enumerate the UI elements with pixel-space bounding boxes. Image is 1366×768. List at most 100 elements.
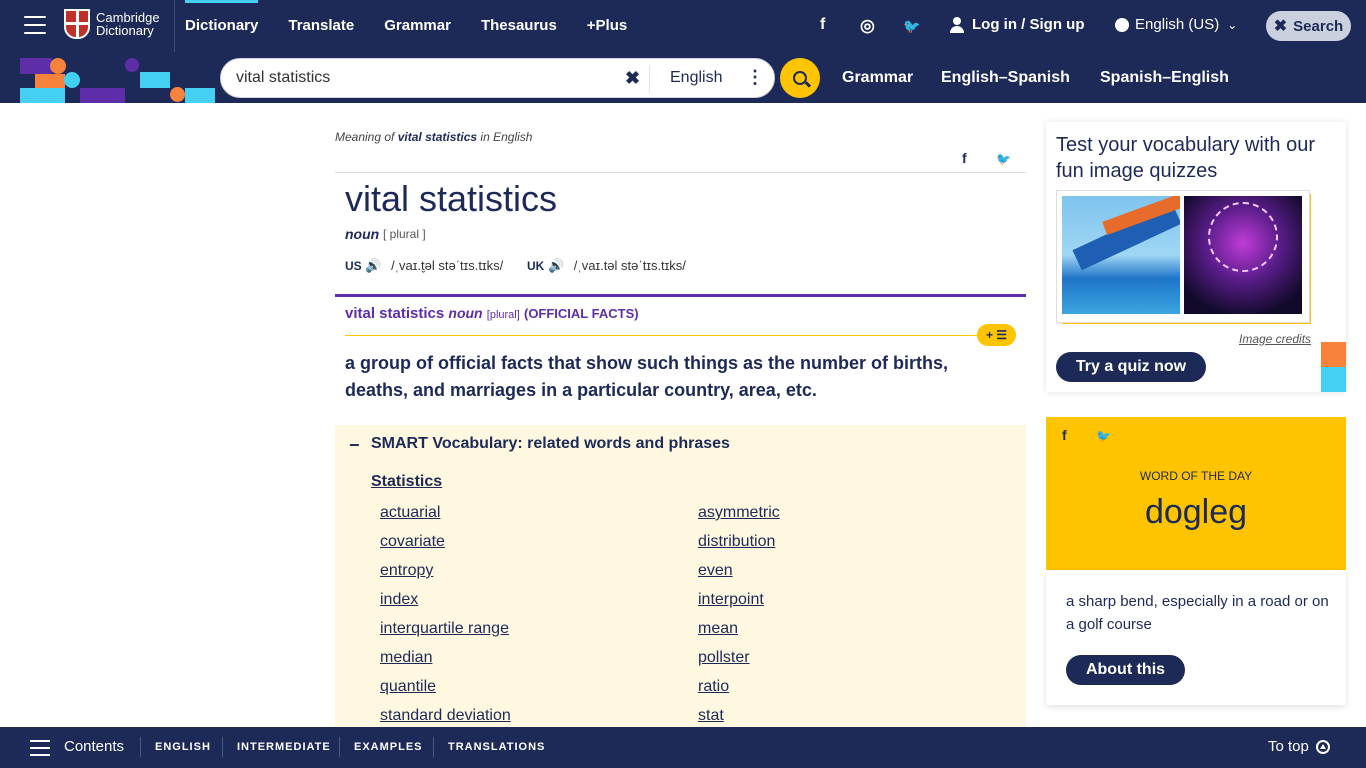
top-navigation-bar: Cambridge Dictionary Dictionary Translat… — [0, 0, 1366, 52]
search-submit-button[interactable] — [780, 58, 820, 98]
decor-block — [80, 88, 125, 103]
grammar-label: [ plural ] — [383, 227, 426, 241]
login-link[interactable]: Log in / Sign up — [950, 16, 1084, 33]
related-word[interactable]: median — [380, 649, 432, 667]
related-word[interactable]: stat — [698, 707, 724, 725]
nav-divider — [174, 0, 175, 52]
chevron-down-icon: ⌄ — [1227, 17, 1238, 32]
logo-text: Cambridge Dictionary — [96, 11, 160, 37]
decor-block — [1321, 367, 1346, 392]
wotd-word[interactable]: dogleg — [1046, 493, 1346, 532]
search-label: Search — [1293, 17, 1344, 35]
subnav-spanish-english[interactable]: Spanish–English — [1100, 69, 1229, 87]
instagram-icon[interactable]: ◎ — [860, 16, 875, 36]
sense-pos: noun — [448, 305, 483, 321]
related-word[interactable]: ratio — [698, 678, 729, 696]
sense-header: vital statistics noun [plural] (OFFICIAL… — [345, 305, 639, 322]
divider — [339, 737, 340, 757]
image-credits-link[interactable]: Image credits — [1239, 332, 1311, 346]
decor-block — [20, 88, 65, 103]
nav-thesaurus[interactable]: Thesaurus — [481, 0, 557, 52]
facebook-icon[interactable]: f — [820, 16, 825, 34]
share-facebook-icon[interactable]: f — [962, 150, 967, 166]
waterslide-image[interactable] — [1062, 196, 1180, 314]
divider — [222, 737, 223, 757]
add-to-word-list-button[interactable]: + ☰ — [977, 324, 1016, 346]
to-top-link[interactable]: To top — [1268, 738, 1330, 755]
wotd-twitter-icon[interactable]: 🐦 — [1096, 429, 1111, 443]
related-word[interactable]: distribution — [698, 533, 775, 551]
language-selector[interactable]: English (US) ⌄ — [1115, 16, 1237, 33]
nav-grammar[interactable]: Grammar — [384, 0, 451, 52]
part-of-speech: noun — [345, 226, 380, 242]
related-word[interactable]: asymmetric — [698, 504, 780, 522]
related-word[interactable]: pollster — [698, 649, 750, 667]
related-word[interactable]: interquartile range — [380, 620, 509, 638]
related-word[interactable]: index — [380, 591, 418, 609]
try-quiz-button[interactable]: Try a quiz now — [1056, 352, 1206, 382]
clear-search-icon[interactable]: ✖ — [625, 68, 640, 89]
subnav-english-spanish[interactable]: English–Spanish — [941, 69, 1070, 87]
uk-ipa: /ˌvaɪ.təl stəˈtɪs.tɪks/ — [573, 258, 686, 273]
share-twitter-icon[interactable]: 🐦 — [996, 152, 1011, 166]
related-word[interactable]: even — [698, 562, 733, 580]
speaker-icon[interactable]: 🔊 — [365, 258, 381, 273]
related-word[interactable]: mean — [698, 620, 738, 638]
related-word[interactable]: standard deviation — [380, 707, 511, 725]
meaning-word: vital statistics — [397, 130, 478, 144]
bottom-bar: Contents ENGLISH INTERMEDIATE EXAMPLES T… — [0, 727, 1366, 768]
meaning-prefix: Meaning of — [335, 130, 398, 144]
quiz-title: Test your vocabulary with our fun image … — [1056, 134, 1316, 182]
decor-block — [185, 88, 215, 103]
tab-translations[interactable]: TRANSLATIONS — [448, 741, 545, 753]
nav-translate[interactable]: Translate — [288, 0, 354, 52]
cambridge-shield-icon — [64, 9, 90, 39]
more-options-icon[interactable]: ⋮ — [746, 67, 764, 88]
speaker-icon[interactable]: 🔊 — [548, 258, 564, 273]
subnav-grammar[interactable]: Grammar — [842, 69, 913, 87]
header-search-button[interactable]: ✖ Search — [1266, 11, 1351, 41]
dictionary-selector[interactable]: English — [670, 69, 722, 87]
category-link[interactable]: Statistics — [371, 473, 442, 491]
us-ipa: /ˌvaɪ.t̬əl stəˈtɪs.tɪks/ — [391, 258, 504, 273]
to-top-label: To top — [1268, 738, 1309, 755]
wotd-facebook-icon[interactable]: f — [1062, 427, 1067, 443]
decor-block — [35, 74, 65, 88]
meaning-breadcrumb: Meaning of vital statistics in English — [335, 130, 532, 144]
contents-link[interactable]: Contents — [64, 738, 124, 755]
divider — [140, 737, 141, 757]
search-box: vital statistics ✖ English ⋮ — [220, 58, 775, 98]
word-of-the-day-panel: f 🐦 WORD OF THE DAY dogleg — [1046, 417, 1346, 570]
headword: vital statistics — [345, 178, 558, 219]
related-word[interactable]: entropy — [380, 562, 433, 580]
collapse-icon[interactable]: − — [349, 435, 360, 456]
search-icon — [793, 71, 807, 85]
cambridge-logo[interactable]: Cambridge Dictionary — [64, 9, 160, 39]
nav-plus[interactable]: +Plus — [587, 0, 627, 52]
related-word[interactable]: actuarial — [380, 504, 440, 522]
tab-examples[interactable]: EXAMPLES — [354, 741, 423, 753]
related-word[interactable]: quantile — [380, 678, 436, 696]
globe-icon — [1115, 17, 1129, 32]
hamburger-menu-icon[interactable] — [24, 16, 46, 34]
fairground-ride-image[interactable] — [1184, 196, 1302, 314]
twitter-icon[interactable]: 🐦 — [903, 18, 920, 35]
nav-dictionary[interactable]: Dictionary — [185, 0, 259, 52]
tab-english[interactable]: ENGLISH — [155, 741, 211, 753]
us-pronunciation: US 🔊 /ˌvaɪ.t̬əl stəˈtɪs.tɪks/ — [345, 258, 503, 274]
decor-dot — [50, 58, 66, 74]
related-word[interactable]: covariate — [380, 533, 445, 551]
contents-menu-icon[interactable] — [30, 740, 50, 756]
main-nav: Dictionary Translate Grammar Thesaurus +… — [185, 0, 657, 52]
tab-intermediate[interactable]: INTERMEDIATE — [237, 741, 331, 753]
about-this-button[interactable]: About this — [1066, 655, 1185, 685]
smart-vocabulary-panel: − SMART Vocabulary: related words and ph… — [335, 425, 1026, 735]
arrow-up-icon — [1315, 739, 1330, 754]
related-word[interactable]: interpoint — [698, 591, 764, 609]
decor-dot — [125, 58, 139, 72]
user-icon — [950, 16, 964, 33]
search-divider — [649, 65, 650, 93]
search-input[interactable]: vital statistics — [236, 69, 330, 87]
logo-line-2: Dictionary — [96, 23, 154, 38]
smart-vocabulary-title[interactable]: SMART Vocabulary: related words and phra… — [371, 435, 730, 453]
